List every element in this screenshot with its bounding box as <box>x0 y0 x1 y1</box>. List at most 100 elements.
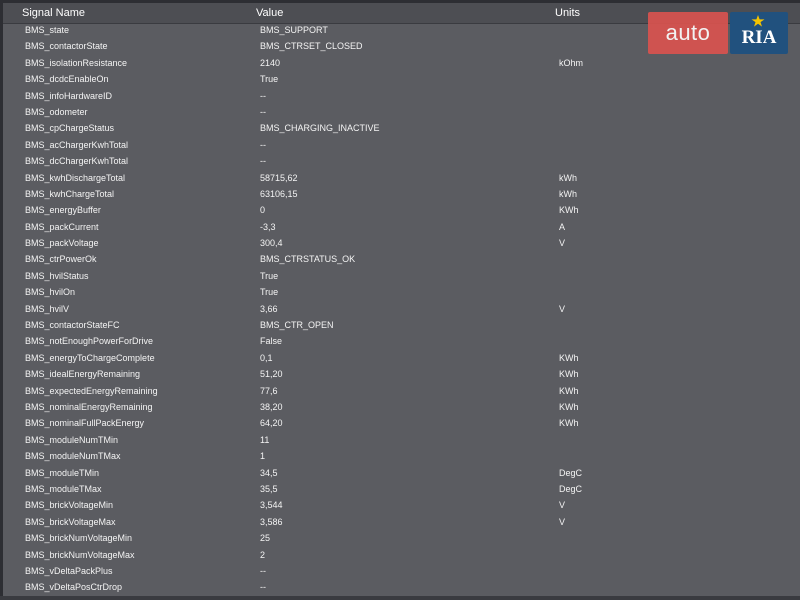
signal-value-cell: -- <box>260 565 266 576</box>
table-row[interactable]: BMS_odometer -- <box>3 105 800 121</box>
signal-value-cell: -- <box>260 106 266 117</box>
table-row[interactable]: BMS_moduleTMin 34,5 DegC <box>3 466 800 482</box>
signal-name-cell: BMS_notEnoughPowerForDrive <box>25 336 154 347</box>
signal-value-cell: 58715,62 <box>260 172 298 183</box>
signal-units-cell: KWh <box>559 352 579 363</box>
signal-units-cell: KWh <box>559 369 579 380</box>
table-row[interactable]: BMS_hvilStatus True <box>3 269 800 285</box>
table-row[interactable]: BMS_isolationResistance 2140 kOhm <box>3 56 800 72</box>
signal-value-cell: -- <box>260 90 266 101</box>
signal-name-cell: BMS_idealEnergyRemaining <box>25 369 141 380</box>
signal-value-cell: 1 <box>260 451 266 462</box>
signal-units-cell: V <box>559 500 566 511</box>
table-row[interactable]: BMS_kwhDischargeTotal 58715,62 kWh <box>3 171 800 187</box>
table-row[interactable]: BMS_kwhChargeTotal 63106,15 kWh <box>3 187 800 203</box>
signal-name-cell: BMS_hvilOn <box>25 287 76 298</box>
watermark-ria-text: RIA <box>741 27 777 48</box>
signal-name-cell: BMS_moduleTMax <box>25 483 102 494</box>
signal-name-cell: BMS_hvilV <box>25 303 70 314</box>
signal-value-cell: True <box>260 287 279 298</box>
signal-name-cell: BMS_packVoltage <box>25 238 99 249</box>
table-row[interactable]: BMS_contactorStateFC BMS_CTR_OPEN <box>3 318 800 334</box>
table-row[interactable]: BMS_vDeltaPackPlus -- <box>3 564 800 580</box>
table-row[interactable]: BMS_notEnoughPowerForDrive False <box>3 334 800 350</box>
table-row[interactable]: BMS_energyBuffer 0 KWh <box>3 203 800 219</box>
window-bottom-border <box>0 596 800 600</box>
signal-name-cell: BMS_infoHardwareID <box>25 90 113 101</box>
table-row[interactable]: BMS_moduleTMax 35,5 DegC <box>3 482 800 498</box>
signal-value-cell: 2140 <box>260 57 281 68</box>
column-header-signal-name[interactable]: Signal Name <box>22 6 85 20</box>
signal-name-cell: BMS_state <box>25 25 70 35</box>
signal-value-cell: BMS_SUPPORT <box>260 25 328 35</box>
table-row[interactable]: BMS_cpChargeStatus BMS_CHARGING_INACTIVE <box>3 121 800 137</box>
table-row[interactable]: BMS_moduleNumTMin 11 <box>3 433 800 449</box>
table-row[interactable]: BMS_acChargerKwhTotal -- <box>3 138 800 154</box>
table-row[interactable]: BMS_expectedEnergyRemaining 77,6 KWh <box>3 384 800 400</box>
table-row[interactable]: BMS_brickNumVoltageMax 2 <box>3 548 800 564</box>
watermark-logo: auto RIA <box>648 12 788 54</box>
table-row[interactable]: BMS_brickVoltageMax 3,586 V <box>3 515 800 531</box>
signal-value-cell: BMS_CTRSTATUS_OK <box>260 254 356 265</box>
signal-name-cell: BMS_moduleTMin <box>25 467 100 478</box>
signal-value-cell: 38,20 <box>260 401 283 412</box>
table-row[interactable]: BMS_vDeltaPosCtrDrop -- <box>3 580 800 596</box>
signal-name-cell: BMS_brickNumVoltageMax <box>25 549 135 560</box>
signal-name-cell: BMS_nominalFullPackEnergy <box>25 418 145 429</box>
signal-name-cell: BMS_contactorStateFC <box>25 320 120 331</box>
signal-name-cell: BMS_dcdcEnableOn <box>25 74 109 85</box>
signal-value-cell: 35,5 <box>260 483 278 494</box>
signal-name-cell: BMS_brickNumVoltageMin <box>25 533 133 544</box>
signal-value-cell: False <box>260 336 283 347</box>
table-row[interactable]: BMS_brickVoltageMin 3,544 V <box>3 498 800 514</box>
table-row[interactable]: BMS_idealEnergyRemaining 51,20 KWh <box>3 367 800 383</box>
signal-value-cell: 300,4 <box>260 238 283 249</box>
column-header-units[interactable]: Units <box>555 6 580 20</box>
signal-value-cell: True <box>260 74 279 85</box>
signal-value-cell: 34,5 <box>260 467 278 478</box>
signal-name-cell: BMS_packCurrent <box>25 221 99 232</box>
signal-name-cell: BMS_dcChargerKwhTotal <box>25 156 129 167</box>
signal-name-cell: BMS_acChargerKwhTotal <box>25 139 129 150</box>
signal-units-cell: KWh <box>559 401 579 412</box>
table-row[interactable]: BMS_dcdcEnableOn True <box>3 72 800 88</box>
table-row[interactable]: BMS_dcChargerKwhTotal -- <box>3 154 800 170</box>
signal-value-cell: 63106,15 <box>260 188 298 199</box>
table-row[interactable]: BMS_packVoltage 300,4 V <box>3 236 800 252</box>
signal-units-cell: V <box>559 238 566 249</box>
table-row[interactable]: BMS_hvilV 3,66 V <box>3 302 800 318</box>
table-row[interactable]: BMS_hvilOn True <box>3 285 800 301</box>
signal-name-cell: BMS_vDeltaPosCtrDrop <box>25 582 123 593</box>
signal-name-cell: BMS_contactorState <box>25 41 108 52</box>
table-row[interactable]: BMS_packCurrent -3,3 A <box>3 220 800 236</box>
signal-units-cell: kWh <box>559 172 577 183</box>
table-row[interactable]: BMS_nominalFullPackEnergy 64,20 KWh <box>3 416 800 432</box>
column-header-value[interactable]: Value <box>256 6 283 20</box>
signal-name-cell: BMS_odometer <box>25 106 88 117</box>
signal-value-cell: 3,544 <box>260 500 283 511</box>
watermark-ria: RIA <box>730 12 788 54</box>
signal-value-cell: -- <box>260 139 266 150</box>
signal-name-cell: BMS_hvilStatus <box>25 270 89 281</box>
table-row[interactable]: BMS_brickNumVoltageMin 25 <box>3 531 800 547</box>
signal-value-cell: 51,20 <box>260 369 283 380</box>
signal-value-cell: -- <box>260 582 266 593</box>
signal-table-body: BMS_state BMS_SUPPORT BMS_contactorState BM… <box>3 23 800 597</box>
signal-value-cell: BMS_CTRSET_CLOSED <box>260 41 363 52</box>
watermark-auto-text: auto <box>665 20 711 45</box>
signal-name-cell: BMS_ctrPowerOk <box>25 254 97 265</box>
signal-value-cell: True <box>260 270 279 281</box>
table-row[interactable]: BMS_energyToChargeComplete 0,1 KWh <box>3 351 800 367</box>
table-row[interactable]: BMS_infoHardwareID -- <box>3 89 800 105</box>
signal-name-cell: BMS_energyBuffer <box>25 205 101 216</box>
table-row[interactable]: BMS_moduleNumTMax 1 <box>3 449 800 465</box>
signal-units-cell: kWh <box>559 188 577 199</box>
signal-name-cell: BMS_kwhDischargeTotal <box>25 172 126 183</box>
signal-value-cell: 0 <box>260 205 266 216</box>
signal-units-cell: V <box>559 516 566 527</box>
table-row[interactable]: BMS_ctrPowerOk BMS_CTRSTATUS_OK <box>3 252 800 268</box>
signal-name-cell: BMS_isolationResistance <box>25 57 128 68</box>
signal-units-cell: KWh <box>559 205 579 216</box>
table-row[interactable]: BMS_nominalEnergyRemaining 38,20 KWh <box>3 400 800 416</box>
signal-value-cell: BMS_CHARGING_INACTIVE <box>260 123 380 134</box>
